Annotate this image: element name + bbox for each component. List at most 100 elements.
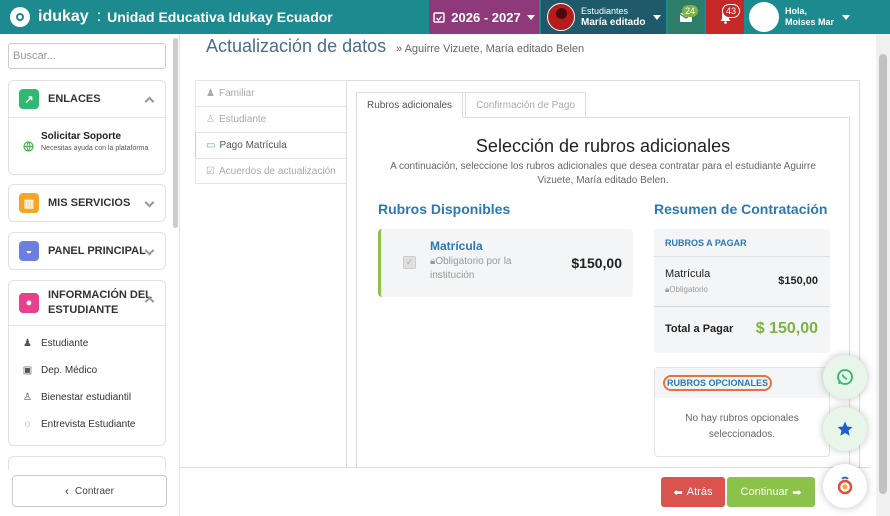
rubro-note-line1: Obligatorio por la (435, 256, 512, 267)
panel-principal-title: PANEL PRINCIPAL (48, 245, 146, 257)
chevron-up-icon (144, 96, 155, 107)
mis-servicios-title: MIS SERVICIOS (48, 197, 131, 209)
sidebar-item-label: Estudiante (41, 338, 89, 349)
back-button[interactable]: ⬅ Atrás (661, 477, 725, 507)
calendar-icon (433, 12, 445, 23)
summary-title: Resumen de Contratación (654, 201, 828, 217)
optional-empty-message: No hay rubros opcionales seleccionados. (655, 398, 829, 443)
sidebar-item-label: Entrevista Estudiante (41, 419, 136, 430)
brand[interactable]: idukay : Unidad Educativa Idukay Ecuador (0, 7, 333, 27)
collapse-label: Contraer (75, 485, 114, 497)
sidebar-item-dep-medico[interactable]: ▣ Dep. Médico (9, 357, 165, 384)
school-name: Unidad Educativa Idukay Ecuador (107, 9, 333, 25)
sidebar-scrollbar[interactable] (173, 38, 178, 228)
medical-kit-icon: ▣ (22, 365, 33, 376)
rubro-note: 🔒︎Obligatorio por la institución (430, 255, 540, 283)
total-label: Total a Pagar (665, 323, 734, 335)
assistant-button[interactable] (823, 464, 867, 508)
user-menu[interactable]: Hola, Moises Mar (745, 0, 860, 34)
back-label: Atrás (686, 486, 713, 498)
tab-rubros-adicionales[interactable]: Rubros adicionales (356, 92, 464, 118)
page-title: Actualización de datos (206, 36, 387, 56)
chevron-down-icon (842, 14, 851, 20)
sidebar-item-bienestar[interactable]: ♙ Bienestar estudiantil (9, 384, 165, 411)
enlaces-header[interactable]: ↗ ENLACES (9, 81, 165, 117)
student-avatar (547, 3, 575, 31)
person-icon: ♟ (23, 338, 32, 349)
summary-total: Total a Pagar $ 150,00 (654, 307, 830, 353)
section-subheading: A continuación, seleccione los rubros ad… (380, 160, 826, 188)
notifications-button[interactable]: 43 (706, 0, 744, 34)
globe-icon (23, 141, 34, 152)
chevron-down-icon (144, 197, 155, 208)
page-scrollbar-thumb[interactable] (879, 54, 887, 494)
summary-item-note-text: Obligatorio (669, 285, 708, 294)
user-greeting: Hola, (785, 6, 808, 16)
student-name: María editado (581, 17, 646, 28)
favorites-button[interactable] (823, 407, 867, 451)
section-heading: Selección de rubros adicionales (475, 136, 731, 156)
whatsapp-button[interactable] (823, 355, 867, 399)
mis-servicios-card[interactable]: ▥ MIS SERVICIOS (8, 184, 166, 222)
chevron-left-icon: ‹ (65, 484, 70, 498)
support-title: Solicitar Soporte (41, 131, 122, 142)
sidebar-item-label: Dep. Médico (41, 365, 98, 376)
user-tie-icon: ♙ (23, 392, 32, 403)
search-input[interactable]: Buscar... (8, 43, 166, 69)
rubro-name: Matrícula (430, 239, 483, 253)
support-link[interactable]: Solicitar Soporte Necesitas ayuda con la… (9, 117, 165, 175)
tab-confirmacion-pago[interactable]: Confirmación de Pago (465, 92, 587, 118)
arrow-right-icon: ➡ (792, 486, 802, 499)
panel-principal-card[interactable]: ◒ PANEL PRINCIPAL (8, 232, 166, 270)
money-icon: ▭ (206, 140, 216, 151)
dashboard-icon: ◒ (19, 241, 39, 261)
enlaces-card: ↗ ENLACES Solicitar Soporte Necesitas ay… (8, 80, 166, 175)
total-value: $ 150,00 (755, 320, 818, 337)
checkbox-icon: ☑ (206, 165, 215, 177)
info-estudiante-title-line2: ESTUDIANTE (48, 304, 119, 316)
horizontal-tabs: Rubros adicionales Confirmación de Pago (356, 92, 588, 118)
tab-pago-matricula[interactable]: ▭ Pago Matrícula (195, 132, 347, 158)
panel-principal-header[interactable]: ◒ PANEL PRINCIPAL (9, 233, 165, 269)
messages-button[interactable]: 24 (668, 0, 704, 34)
user-name: Moises Mar (785, 17, 835, 27)
star-icon (837, 421, 853, 436)
brand-separator: : (96, 8, 102, 25)
school-year-selector[interactable]: 2026 - 2027 (429, 0, 539, 34)
rubro-note-line2: institución (430, 270, 475, 281)
mis-servicios-header[interactable]: ▥ MIS SERVICIOS (9, 185, 165, 221)
child-icon: ♙ (206, 114, 215, 125)
chat-icon: ◌ (24, 419, 31, 430)
student-selector[interactable]: Estudiantes María editado (541, 0, 666, 34)
rubro-price: $150,00 (571, 255, 622, 271)
page-scrollbar[interactable] (876, 34, 890, 516)
next-card-partial (8, 456, 166, 470)
notifications-badge: 43 (722, 4, 741, 18)
student-label: Estudiantes (581, 6, 629, 16)
info-estudiante-card: ● INFORMACIÓN DEL ESTUDIANTE ♟ Estudiante… (8, 280, 166, 446)
info-estudiante-title-line1: INFORMACIÓN DEL (48, 289, 152, 301)
support-subtitle: Necesitas ayuda con la plataforma (41, 145, 149, 152)
subheading-line2: Vizuete, María editado Belen. (537, 175, 669, 186)
collapse-sidebar-button[interactable]: ‹ Contraer (12, 475, 167, 507)
tab-estudiante[interactable]: ♙ Estudiante (195, 106, 347, 132)
summary-item-note: 🔒︎Obligatorio (665, 285, 708, 295)
sidebar-item-entrevista[interactable]: ◌ Entrevista Estudiante (9, 411, 165, 438)
user-avatar (749, 2, 779, 32)
rubro-checkbox[interactable]: ✓ (403, 256, 416, 269)
tab-familiar[interactable]: ♟ Familiar (195, 80, 347, 106)
continue-button[interactable]: Continuar ➡ (727, 477, 815, 507)
rubro-item-matricula: ✓ Matrícula 🔒︎Obligatorio por la institu… (378, 229, 633, 297)
tab-label: Estudiante (218, 114, 267, 125)
tab-label: Familiar (218, 88, 255, 99)
chevron-down-icon (653, 14, 662, 20)
sidebar-item-label: Bienestar estudiantil (41, 392, 132, 403)
subheading-line1: A continuación, seleccione los rubros ad… (390, 161, 816, 172)
book-icon: ▥ (19, 193, 39, 213)
arrow-left-icon: ⬅ (673, 486, 683, 499)
messages-badge: 24 (682, 5, 699, 17)
summary-row: Matrícula 🔒︎Obligatorio $150,00 (654, 257, 830, 307)
sidebar-item-estudiante[interactable]: ♟ Estudiante (9, 330, 165, 357)
tab-acuerdos[interactable]: ☑ Acuerdos de actualización (195, 158, 347, 184)
info-estudiante-header[interactable]: ● INFORMACIÓN DEL ESTUDIANTE (9, 281, 165, 325)
